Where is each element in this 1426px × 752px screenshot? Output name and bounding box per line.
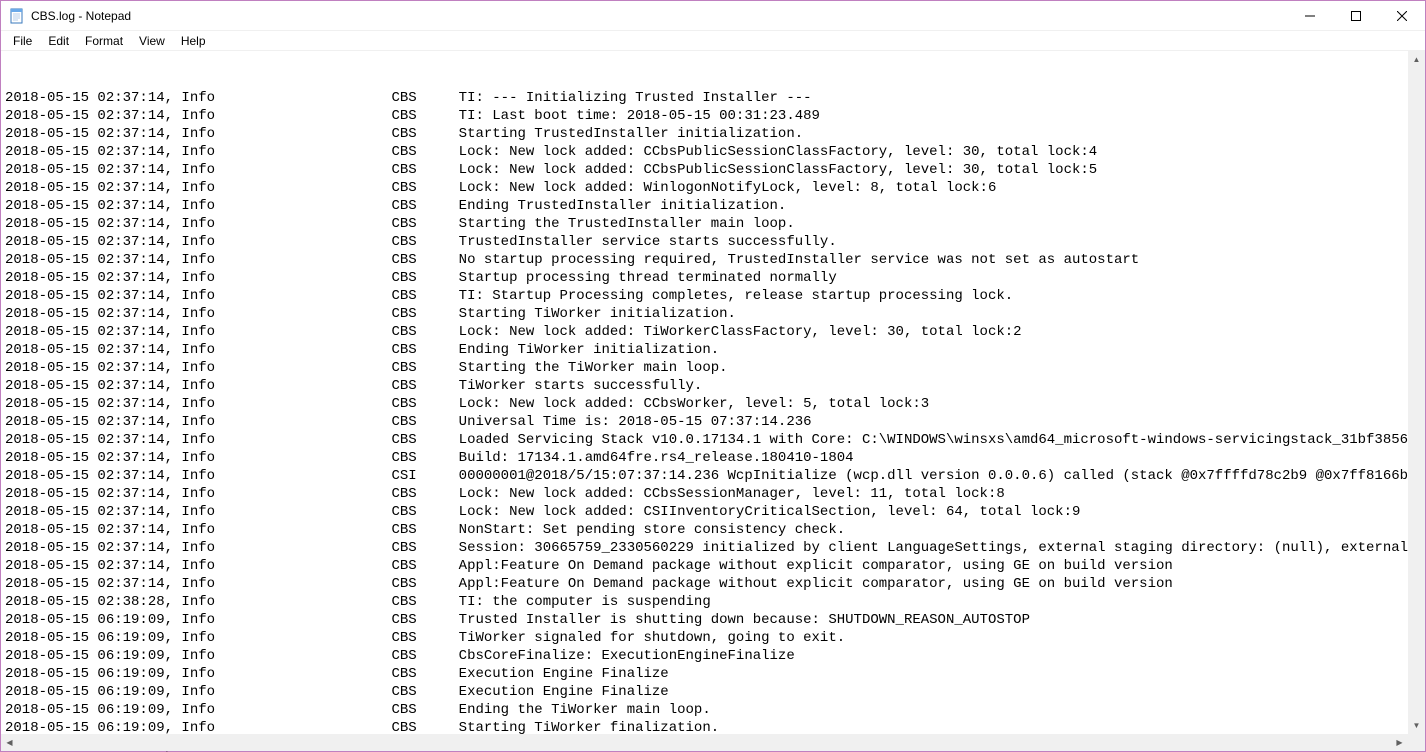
log-line: 2018-05-15 02:37:14, Info CBS Universal … (5, 413, 1425, 431)
scroll-down-arrow-icon[interactable]: ▼ (1408, 717, 1425, 734)
log-line: 2018-05-15 02:37:14, Info CBS TI: Startu… (5, 287, 1425, 305)
log-line: 2018-05-15 02:37:14, Info CBS Ending TiW… (5, 341, 1425, 359)
window-controls (1287, 1, 1425, 30)
log-line: 2018-05-15 02:37:14, Info CBS Lock: New … (5, 503, 1425, 521)
log-line: 2018-05-15 02:37:14, Info CBS TrustedIns… (5, 233, 1425, 251)
window-title: CBS.log - Notepad (31, 9, 131, 23)
log-line: 2018-05-15 02:37:14, Info CBS Appl:Featu… (5, 575, 1425, 593)
log-line: 2018-05-15 06:19:09, Info CBS Trusted In… (5, 611, 1425, 629)
scroll-right-arrow-icon[interactable]: ▶ (1391, 734, 1408, 751)
log-line: 2018-05-15 02:37:14, Info CBS Ending Tru… (5, 197, 1425, 215)
menu-file[interactable]: File (5, 33, 40, 49)
close-button[interactable] (1379, 1, 1425, 30)
log-line: 2018-05-15 06:19:09, Info CBS Execution … (5, 665, 1425, 683)
log-line: 2018-05-15 02:37:14, Info CBS Lock: New … (5, 323, 1425, 341)
log-line: 2018-05-15 02:37:14, Info CBS Loaded Ser… (5, 431, 1425, 449)
scroll-corner (1408, 734, 1425, 751)
log-line: 2018-05-15 02:37:14, Info CBS Starting T… (5, 305, 1425, 323)
log-line: 2018-05-15 02:37:14, Info CBS Lock: New … (5, 395, 1425, 413)
menu-format[interactable]: Format (77, 33, 131, 49)
vertical-scrollbar[interactable]: ▲ ▼ (1408, 51, 1425, 734)
log-line: 2018-05-15 02:37:14, Info CBS Session: 3… (5, 539, 1425, 557)
log-line: 2018-05-15 02:37:14, Info CBS NonStart: … (5, 521, 1425, 539)
log-line: 2018-05-15 02:37:14, Info CBS Lock: New … (5, 485, 1425, 503)
scroll-left-arrow-icon[interactable]: ◀ (1, 734, 18, 751)
maximize-button[interactable] (1333, 1, 1379, 30)
log-line: 2018-05-15 02:37:14, Info CBS Startup pr… (5, 269, 1425, 287)
menu-bar: File Edit Format View Help (1, 31, 1425, 51)
log-line: 2018-05-15 02:37:14, Info CBS Lock: New … (5, 179, 1425, 197)
menu-view[interactable]: View (131, 33, 173, 49)
minimize-button[interactable] (1287, 1, 1333, 30)
log-line: 2018-05-15 02:37:14, Info CBS No startup… (5, 251, 1425, 269)
log-line: 2018-05-15 02:38:28, Info CBS TI: the co… (5, 593, 1425, 611)
log-line: 2018-05-15 02:37:14, Info CBS TI: Last b… (5, 107, 1425, 125)
log-line: 2018-05-15 06:19:09, Info CBS CbsCoreFin… (5, 647, 1425, 665)
log-line: 2018-05-15 02:37:14, Info CBS TI: --- In… (5, 89, 1425, 107)
scroll-up-arrow-icon[interactable]: ▲ (1408, 51, 1425, 68)
log-line: 2018-05-15 02:37:14, Info CBS Lock: New … (5, 161, 1425, 179)
menu-edit[interactable]: Edit (40, 33, 77, 49)
log-line: 2018-05-15 02:37:14, Info CBS Lock: New … (5, 143, 1425, 161)
log-line: 2018-05-15 06:19:09, Info CBS TiWorker s… (5, 629, 1425, 647)
log-line: 2018-05-15 06:19:09, Info CBS Execution … (5, 683, 1425, 701)
log-line: 2018-05-15 02:37:14, Info CBS Starting t… (5, 359, 1425, 377)
notepad-icon (9, 8, 25, 24)
log-line: 2018-05-15 02:37:14, Info CBS Starting T… (5, 125, 1425, 143)
title-bar[interactable]: CBS.log - Notepad (1, 1, 1425, 31)
log-line: 2018-05-15 02:37:14, Info CBS Build: 171… (5, 449, 1425, 467)
horizontal-scrollbar[interactable]: ◀ ▶ (1, 734, 1408, 751)
menu-help[interactable]: Help (173, 33, 214, 49)
horizontal-scroll-track[interactable] (18, 734, 1391, 751)
log-line: 2018-05-15 06:19:09, Info CBS Ending the… (5, 701, 1425, 719)
log-line: 2018-05-15 02:37:14, Info CBS Starting t… (5, 215, 1425, 233)
vertical-scroll-track[interactable] (1408, 68, 1425, 717)
text-editor[interactable]: 2018-05-15 02:37:14, Info CBS TI: --- In… (1, 51, 1425, 752)
log-line: 2018-05-15 02:37:14, Info CSI 00000001@2… (5, 467, 1425, 485)
log-line: 2018-05-15 02:37:14, Info CBS TiWorker s… (5, 377, 1425, 395)
log-line: 2018-05-15 02:37:14, Info CBS Appl:Featu… (5, 557, 1425, 575)
